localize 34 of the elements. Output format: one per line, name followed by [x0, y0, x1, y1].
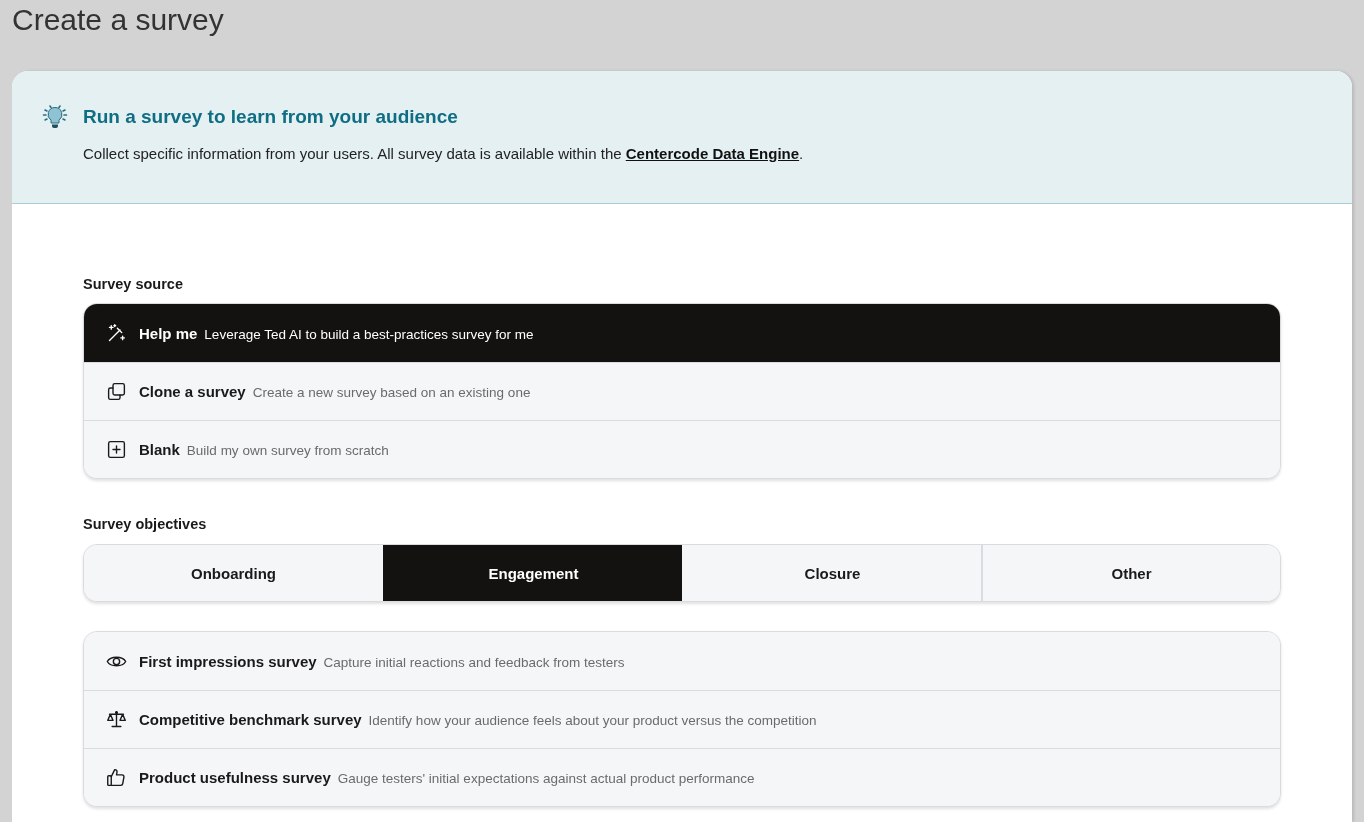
- source-option[interactable]: Help me Leverage Ted AI to build a best-practices survey for me: [84, 304, 1280, 362]
- template-description: Identify how your audience feels about your product versus the competition: [368, 713, 817, 728]
- copy-icon: [106, 381, 127, 402]
- option-description: Create a new survey based on an existing one: [252, 385, 531, 400]
- plus-square-icon: [106, 439, 127, 460]
- objective-tab[interactable]: Engagement: [383, 545, 682, 601]
- template-description: Gauge testers' initial expectations against actual product performance: [337, 771, 755, 786]
- balance-scale-icon: [106, 709, 127, 730]
- thumbs-up-icon: [106, 767, 127, 788]
- objective-tab[interactable]: Other: [981, 545, 1280, 601]
- template-description: Capture initial reactions and feedback from testers: [323, 654, 625, 670]
- objective-tab[interactable]: Onboarding: [84, 545, 383, 601]
- section-label: Survey objectives: [83, 515, 208, 534]
- objective-tab[interactable]: Closure: [682, 545, 981, 601]
- page-title: Create a survey: [11, 2, 225, 38]
- source-option[interactable]: Blank Build my own survey from scratch: [84, 420, 1280, 478]
- magic-wand-icon: [106, 322, 127, 344]
- template-title: Product usefulness survey: [139, 769, 331, 786]
- option-title: Help me: [139, 324, 198, 342]
- option-title: Blank: [139, 441, 180, 458]
- template-title: First impressions survey: [139, 652, 317, 670]
- banner-heading: Run a survey to learn from your audience: [83, 105, 458, 129]
- template-option[interactable]: Product usefulness survey Gauge testers' initial expectations against actual product performance: [84, 748, 1280, 806]
- template-option[interactable]: Competitive benchmark survey Identify how your audience feels about your product versus the competition: [84, 690, 1280, 748]
- template-option[interactable]: First impressions survey Capture initial reactions and feedback from testers: [84, 632, 1280, 690]
- banner-text: Collect specific information from your users. All survey data is available within the Centercode Data Engine.: [83, 144, 805, 164]
- source-option[interactable]: Clone a survey Create a new survey based on an existing one: [84, 362, 1280, 420]
- option-description: Build my own survey from scratch: [186, 443, 389, 458]
- template-title: Competitive benchmark survey: [139, 711, 362, 728]
- option-title: Clone a survey: [139, 383, 246, 400]
- lightbulb-icon: [42, 104, 68, 130]
- data-engine-link[interactable]: Centercode Data Engine: [625, 145, 800, 162]
- section-label: Survey source: [83, 275, 184, 294]
- option-description: Leverage Ted AI to build a best-practices survey for me: [204, 326, 534, 342]
